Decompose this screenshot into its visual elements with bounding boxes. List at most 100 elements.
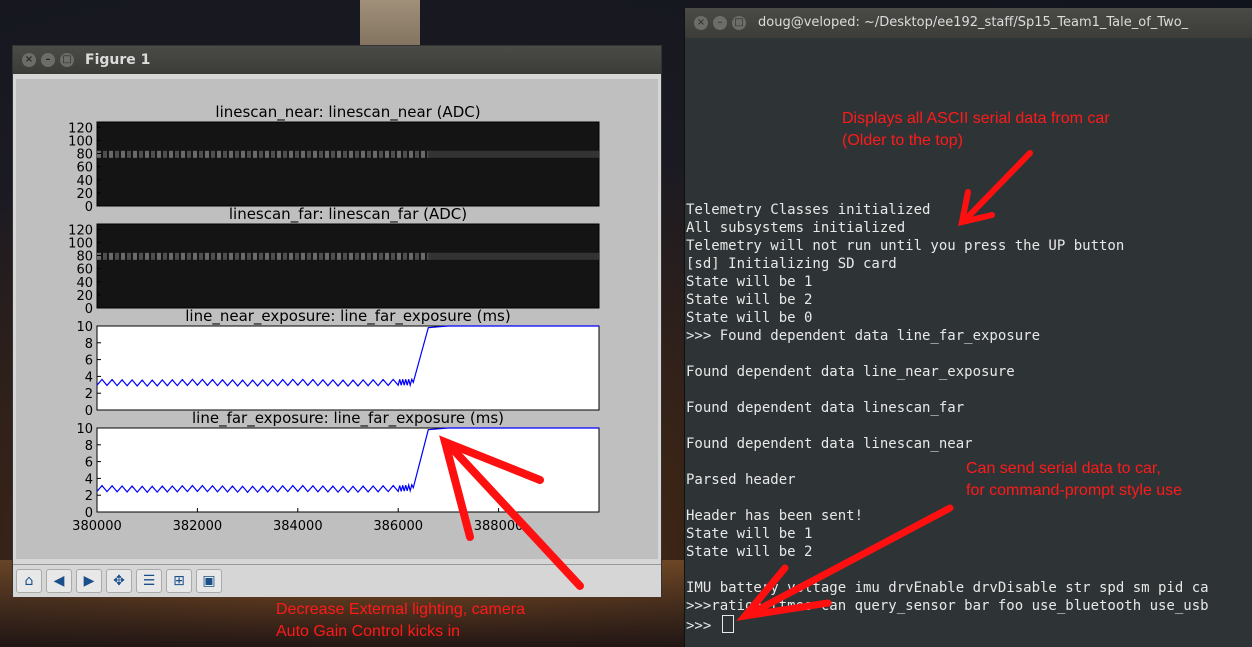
heatmap-band-segment bbox=[301, 150, 305, 158]
terminal-titlebar[interactable]: × – □ doug@veloped: ~/Desktop/ee192_staf… bbox=[685, 8, 1252, 38]
y-tick-label: 20 bbox=[76, 187, 93, 202]
plot-canvas[interactable]: linescan_near: linescan_near (ADC) 0 20 40 6… bbox=[16, 79, 658, 559]
terminal-line: All subsystems initialized bbox=[686, 220, 906, 236]
y-tick-label: 40 bbox=[76, 174, 93, 189]
heatmap-area bbox=[96, 223, 600, 309]
minimize-icon[interactable]: – bbox=[41, 53, 55, 67]
heatmap-band-segment bbox=[193, 252, 197, 260]
heatmap-band-segment bbox=[265, 150, 269, 158]
heatmap-band-segment bbox=[127, 252, 131, 260]
y-tick-label: 10 bbox=[76, 320, 93, 335]
heatmap-band-segment bbox=[157, 252, 161, 260]
heatmap-band-segment bbox=[253, 150, 257, 158]
heatmap-band-segment bbox=[193, 150, 197, 158]
heatmap-band-segment bbox=[301, 252, 305, 260]
heatmap-band-segment bbox=[205, 150, 209, 158]
y-tick-label: 4 bbox=[85, 472, 93, 487]
heatmap-band-segment bbox=[169, 150, 173, 158]
annotation-serial-line1: Displays all ASCII serial data from car bbox=[842, 110, 1110, 127]
heatmap-band-segment bbox=[121, 150, 125, 158]
cursor bbox=[721, 615, 734, 633]
heatmap-band-segment bbox=[187, 150, 191, 158]
y-tick-label: 120 bbox=[68, 121, 93, 136]
close-icon[interactable]: × bbox=[22, 53, 36, 67]
heatmap-band-segment bbox=[331, 150, 335, 158]
heatmap-band-segment bbox=[241, 150, 245, 158]
subplot-title: linescan_far: linescan_far (ADC) bbox=[229, 205, 467, 224]
heatmap-band-segment bbox=[265, 252, 269, 260]
heatmap-band-segment bbox=[97, 150, 101, 158]
heatmap-band-segment bbox=[319, 252, 323, 260]
terminal-line: Found dependent data linescan_near bbox=[686, 436, 973, 452]
heatmap-band-segment bbox=[259, 150, 263, 158]
heatmap-band-segment bbox=[109, 252, 113, 260]
heatmap-band-segment bbox=[187, 252, 191, 260]
y-tick-label: 40 bbox=[76, 276, 93, 291]
heatmap-band-segment bbox=[199, 150, 203, 158]
heatmap-band-segment bbox=[397, 252, 401, 260]
heatmap-band-segment bbox=[337, 150, 341, 158]
line-plot-area bbox=[96, 325, 600, 411]
heatmap-band-segment bbox=[367, 252, 371, 260]
subplot-title: line_near_exposure: line_far_exposure (m… bbox=[185, 307, 510, 326]
heatmap-band-segment bbox=[421, 150, 425, 158]
heatmap-band-segment bbox=[385, 150, 389, 158]
heatmap-band-segment bbox=[205, 252, 209, 260]
prompt-text: >>> bbox=[686, 618, 720, 634]
heatmap-band-segment bbox=[337, 252, 341, 260]
terminal-minimize-icon[interactable]: – bbox=[713, 16, 727, 30]
heatmap-band-segment bbox=[181, 252, 185, 260]
y-tick-label: 4 bbox=[85, 370, 93, 385]
x-tick-label: 386000 bbox=[373, 519, 423, 534]
y-tick-label: 60 bbox=[76, 161, 93, 176]
heatmap-band-segment bbox=[319, 150, 323, 158]
heatmap-band-segment bbox=[385, 252, 389, 260]
figure-window: × – □ Figure 1 linescan_near: linescan_n… bbox=[12, 45, 662, 597]
heatmap-band-segment bbox=[229, 252, 233, 260]
heatmap-band-segment bbox=[415, 150, 419, 158]
heatmap-band-segment bbox=[295, 252, 299, 260]
pan-icon[interactable]: ✥ bbox=[106, 569, 132, 593]
heatmap-band-segment bbox=[151, 150, 155, 158]
x-tick-label: 384000 bbox=[273, 519, 323, 534]
heatmap-band-segment bbox=[367, 150, 371, 158]
heatmap-band-segment bbox=[349, 150, 353, 158]
terminal-maximize-icon[interactable]: □ bbox=[732, 16, 746, 30]
terminal-window: × – □ doug@veloped: ~/Desktop/ee192_staf… bbox=[684, 8, 1252, 647]
heatmap-band-segment bbox=[103, 252, 107, 260]
heatmap-band-segment bbox=[307, 252, 311, 260]
heatmap-band-segment bbox=[379, 150, 383, 158]
back-icon[interactable]: ◀ bbox=[46, 569, 72, 593]
figure-titlebar[interactable]: × – □ Figure 1 bbox=[13, 46, 661, 74]
home-icon[interactable]: ⌂ bbox=[16, 569, 42, 593]
annotation-send-line1: Can send serial data to car, bbox=[966, 460, 1161, 477]
save-icon[interactable]: ▣ bbox=[196, 569, 222, 593]
terminal-close-icon[interactable]: × bbox=[694, 16, 708, 30]
heatmap-band-segment bbox=[235, 252, 239, 260]
forward-icon[interactable]: ▶ bbox=[76, 569, 102, 593]
subplot-title: line_far_exposure: line_far_exposure (ms… bbox=[192, 409, 504, 428]
heatmap-band-segment bbox=[271, 252, 275, 260]
y-tick-label: 2 bbox=[85, 387, 93, 402]
heatmap-band-segment bbox=[181, 150, 185, 158]
terminal-line: Telemetry Classes initialized bbox=[686, 202, 931, 218]
zoom-rect-icon[interactable]: ⊞ bbox=[166, 569, 192, 593]
terminal-prompt[interactable]: >>> bbox=[686, 615, 734, 635]
heatmap-band-segment bbox=[103, 150, 107, 158]
maximize-icon[interactable]: □ bbox=[60, 53, 74, 67]
heatmap-band-segment bbox=[325, 252, 329, 260]
heatmap-band-segment bbox=[373, 252, 377, 260]
heatmap-band-segment bbox=[163, 150, 167, 158]
y-tick-label: 8 bbox=[85, 439, 93, 454]
heatmap-band-segment bbox=[223, 150, 227, 158]
heatmap-band-segment bbox=[169, 252, 173, 260]
subplot-config-icon[interactable]: ☰ bbox=[136, 569, 162, 593]
y-tick-label: 8 bbox=[85, 337, 93, 352]
heatmap-band-segment bbox=[289, 252, 293, 260]
heatmap-band-segment bbox=[409, 150, 413, 158]
heatmap-band-segment bbox=[307, 150, 311, 158]
heatmap-band-segment bbox=[199, 252, 203, 260]
annotation-lighting-line1: Decrease External lighting, camera bbox=[276, 601, 526, 618]
y-tick-label: 10 bbox=[76, 422, 93, 437]
heatmap-band-segment bbox=[403, 252, 407, 260]
